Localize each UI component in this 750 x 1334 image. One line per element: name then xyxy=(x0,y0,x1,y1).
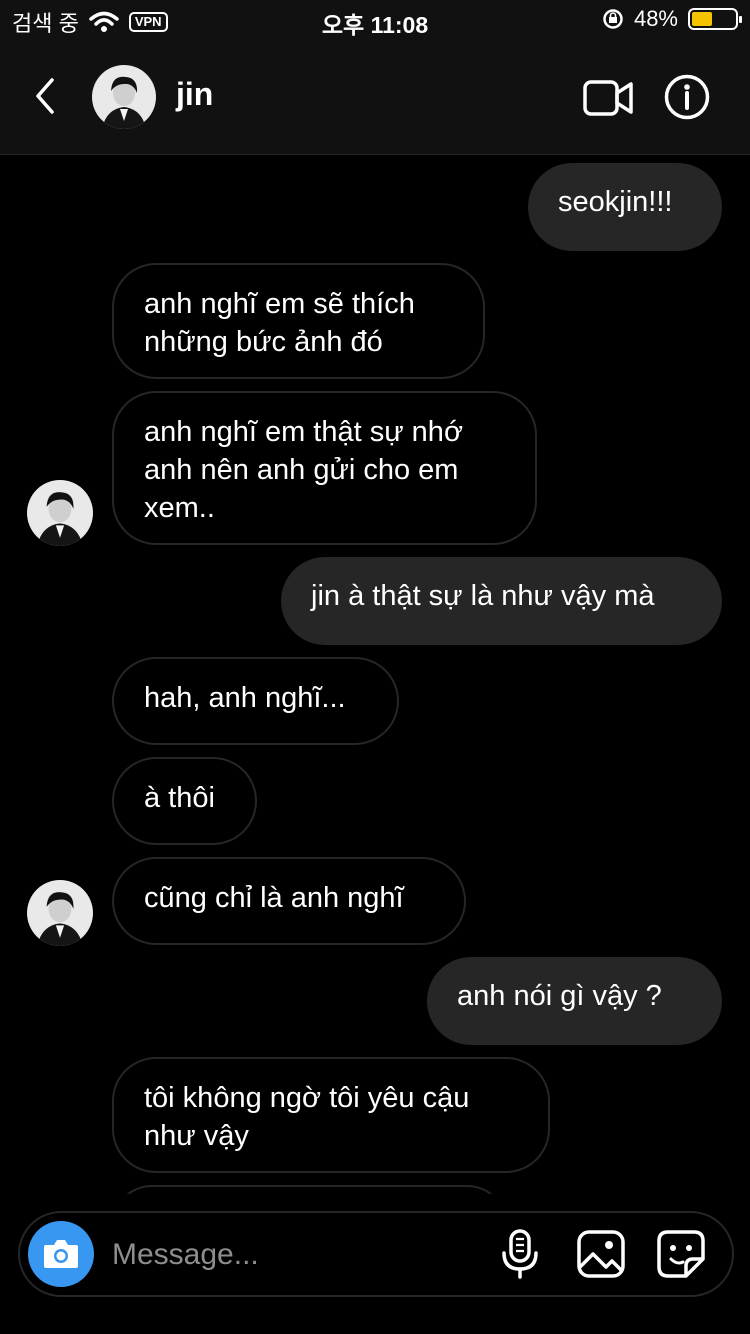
message-input[interactable] xyxy=(110,1225,494,1285)
message-bubble-incoming[interactable]: à thôi xyxy=(112,757,257,845)
gallery-icon[interactable] xyxy=(576,1229,626,1279)
battery-percent: 48% xyxy=(633,6,678,31)
message-bubble-partial[interactable] xyxy=(112,1185,507,1194)
rotation-lock-icon xyxy=(603,9,623,29)
message-bubble-outgoing[interactable]: jin à thật sự là như vậy mà xyxy=(281,557,722,645)
video-call-icon[interactable] xyxy=(582,78,634,118)
back-icon[interactable] xyxy=(30,76,60,116)
microphone-icon[interactable] xyxy=(500,1229,540,1279)
message-composer xyxy=(18,1211,734,1297)
chat-header: jin xyxy=(0,40,750,155)
status-right: 48% xyxy=(602,6,742,32)
message-bubble-incoming[interactable]: cũng chỉ là anh nghĩ xyxy=(112,857,466,945)
camera-icon xyxy=(44,1240,78,1268)
battery-fill xyxy=(692,12,713,26)
message-bubble-incoming[interactable]: tôi không ngờ tôi yêu cậu như vậy xyxy=(112,1057,550,1173)
message-bubble-incoming[interactable]: anh nghĩ em sẽ thích những bức ảnh đó xyxy=(112,263,485,379)
battery-icon xyxy=(688,8,742,30)
message-bubble-incoming[interactable]: anh nghĩ em thật sự nhớ anh nên anh gửi … xyxy=(112,391,537,545)
sticker-icon[interactable] xyxy=(656,1229,706,1279)
message-bubble-outgoing[interactable]: anh nói gì vậy ? xyxy=(427,957,722,1045)
sender-avatar[interactable] xyxy=(27,480,93,546)
message-list[interactable]: seokjin!!! anh nghĩ em sẽ thích những bứ… xyxy=(0,154,750,1194)
message-bubble-incoming[interactable]: hah, anh nghĩ... xyxy=(112,657,399,745)
camera-button[interactable] xyxy=(28,1221,94,1287)
contact-name[interactable]: jin xyxy=(176,76,213,113)
sender-avatar[interactable] xyxy=(27,880,93,946)
avatar[interactable] xyxy=(92,65,156,129)
info-icon[interactable] xyxy=(664,74,710,120)
message-bubble-outgoing[interactable]: seokjin!!! xyxy=(528,163,722,251)
status-bar: 검색 중 VPN 오후 11:08 48% xyxy=(0,0,750,40)
